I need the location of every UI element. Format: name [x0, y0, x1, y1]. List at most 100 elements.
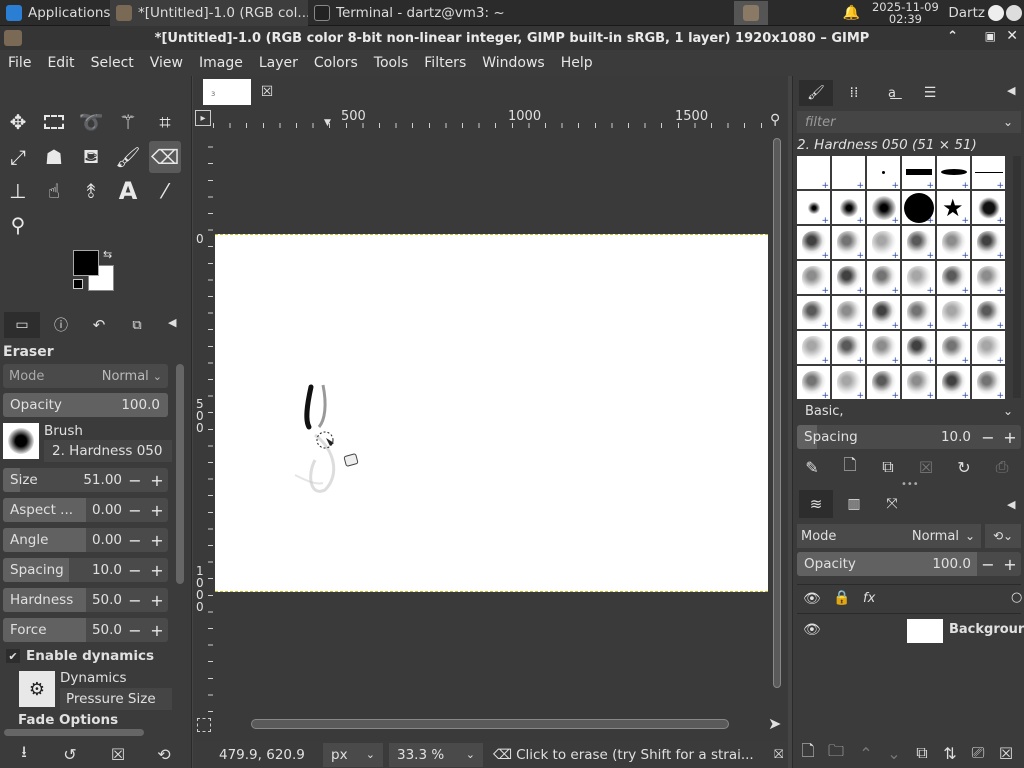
- applications-menu[interactable]: Applications ≡: [0, 0, 110, 26]
- notification-bell-icon[interactable]: 🔔: [838, 0, 864, 26]
- tab-document-history[interactable]: ☰: [915, 80, 945, 106]
- brush-cell[interactable]: +: [972, 191, 1005, 226]
- menu-layer[interactable]: Layer: [255, 55, 302, 71]
- brush-cell[interactable]: +: [972, 226, 1005, 261]
- cancel-operation-icon[interactable]: ⛝: [774, 747, 783, 762]
- aspect-slider[interactable]: Aspect ... 0.00 − +: [3, 498, 168, 522]
- brush-cell[interactable]: +: [902, 156, 935, 191]
- brush-cell[interactable]: +: [902, 191, 935, 226]
- brush-cell[interactable]: +: [937, 156, 970, 191]
- brush-cell[interactable]: +: [972, 156, 1005, 191]
- brush-preview[interactable]: [3, 423, 39, 459]
- chevron-down-icon[interactable]: ⌄: [1003, 115, 1013, 129]
- dynamics-name-field[interactable]: Pressure Size: [60, 688, 172, 710]
- size-slider[interactable]: Size 51.00 − +: [3, 468, 168, 492]
- paintbrush-tool-icon[interactable]: 🖌: [112, 141, 144, 173]
- lock-icon[interactable]: 🔒: [833, 590, 850, 606]
- brush-cell[interactable]: +: [867, 226, 900, 261]
- navigate-icon[interactable]: ⚲: [770, 112, 780, 128]
- search-layers-icon[interactable]: ○: [1011, 590, 1022, 605]
- brush-cell[interactable]: +: [832, 156, 865, 191]
- menu-edit[interactable]: Edit: [43, 55, 78, 71]
- open-brush-icon[interactable]: ⎙: [991, 456, 1013, 478]
- edit-brush-icon[interactable]: ✎: [801, 456, 823, 478]
- duplicate-brush-icon[interactable]: ⧉: [877, 456, 899, 478]
- new-layer-icon[interactable]: 🗋: [797, 741, 819, 764]
- fx-icon[interactable]: fx: [863, 591, 875, 606]
- unified-transform-tool-icon[interactable]: ⤢: [2, 141, 34, 173]
- brush-cell[interactable]: +: [902, 261, 935, 296]
- tab-brushes[interactable]: 🖌: [799, 80, 833, 106]
- vertical-ruler[interactable]: 0 500 1000: [193, 132, 213, 712]
- reset-tool-options-icon[interactable]: ⟲: [152, 742, 176, 766]
- dock-separator-handle[interactable]: •••: [901, 479, 919, 490]
- menu-view[interactable]: View: [146, 55, 187, 71]
- decrement-icon[interactable]: −: [124, 591, 146, 610]
- tool-options-scrollbar[interactable]: [176, 364, 184, 584]
- warp-tool-icon[interactable]: ☗: [38, 141, 70, 173]
- tab-patterns[interactable]: ⁞⁞: [839, 80, 869, 106]
- brush-cell[interactable]: +: [832, 226, 865, 261]
- new-layer-group-icon[interactable]: 🗀: [825, 741, 847, 764]
- decrement-icon[interactable]: −: [124, 471, 146, 490]
- brush-cell[interactable]: +: [972, 331, 1005, 366]
- brush-cell[interactable]: +: [832, 296, 865, 331]
- mode-select[interactable]: Mode Normal ⌄: [3, 364, 168, 388]
- menu-colors[interactable]: Colors: [310, 55, 362, 71]
- increment-icon[interactable]: +: [999, 428, 1021, 447]
- eye-icon[interactable]: 👁: [803, 622, 821, 638]
- brush-cell[interactable]: +: [902, 331, 935, 366]
- brush-cell[interactable]: +: [867, 331, 900, 366]
- merge-layer-icon[interactable]: ⇅: [939, 742, 961, 764]
- horizontal-scrollbar[interactable]: [251, 719, 729, 729]
- user-menu[interactable]: Dartz: [946, 0, 1024, 26]
- bucket-fill-tool-icon[interactable]: ⛾: [75, 141, 107, 173]
- save-tool-preset-icon[interactable]: ⭳: [12, 742, 36, 766]
- brush-cell[interactable]: +: [797, 191, 830, 226]
- tab-paths[interactable]: ⤧: [877, 490, 907, 518]
- decrement-icon[interactable]: −: [124, 621, 146, 640]
- brush-cell[interactable]: +: [867, 191, 900, 226]
- swap-colors-icon[interactable]: ⇆: [103, 248, 112, 261]
- decrement-icon[interactable]: −: [124, 531, 146, 550]
- dock-menu-icon[interactable]: ◀: [1007, 498, 1015, 511]
- brush-cell[interactable]: +: [867, 261, 900, 296]
- color-picker-tool-icon[interactable]: ⁄: [149, 175, 181, 207]
- brush-tag-select[interactable]: Basic, ⌄: [797, 400, 1021, 422]
- crop-tool-icon[interactable]: ⌗: [149, 106, 181, 138]
- brush-cell[interactable]: +: [937, 366, 970, 401]
- brush-cell[interactable]: +: [902, 226, 935, 261]
- image-canvas[interactable]: [215, 234, 768, 592]
- brush-grid-scrollbar[interactable]: [1013, 156, 1021, 398]
- increment-icon[interactable]: +: [146, 471, 168, 490]
- brush-cell[interactable]: +: [937, 331, 970, 366]
- brush-cell[interactable]: +: [832, 261, 865, 296]
- dock-menu-icon[interactable]: ◀: [168, 316, 176, 329]
- tab-undo-history[interactable]: ↶: [84, 312, 114, 338]
- fuzzy-select-tool-icon[interactable]: ⚚: [112, 106, 144, 138]
- brush-cell[interactable]: +: [832, 191, 865, 226]
- enable-dynamics-checkbox[interactable]: ✔ Enable dynamics: [6, 648, 154, 664]
- brush-cell[interactable]: +: [972, 296, 1005, 331]
- menu-help[interactable]: Help: [557, 55, 597, 71]
- decrement-icon[interactable]: −: [977, 555, 999, 574]
- brush-cell[interactable]: +: [972, 366, 1005, 401]
- menu-file[interactable]: File: [4, 55, 35, 71]
- opacity-slider[interactable]: Opacity 100.0: [3, 393, 168, 417]
- brush-filter-input[interactable]: filter ⌄: [797, 111, 1021, 133]
- delete-layer-icon[interactable]: ☒: [995, 742, 1017, 764]
- text-tool-icon[interactable]: A: [112, 175, 144, 207]
- brush-cell[interactable]: +: [972, 261, 1005, 296]
- increment-icon[interactable]: +: [146, 501, 168, 520]
- layer-mode-select[interactable]: Mode Normal ⌄: [797, 524, 981, 548]
- increment-icon[interactable]: +: [146, 621, 168, 640]
- menu-filters[interactable]: Filters: [420, 55, 470, 71]
- brush-cell[interactable]: +: [937, 226, 970, 261]
- delete-tool-preset-icon[interactable]: ☒: [106, 742, 130, 766]
- decrement-icon[interactable]: −: [124, 501, 146, 520]
- brush-cell[interactable]: +: [797, 261, 830, 296]
- brush-cell[interactable]: +: [797, 226, 830, 261]
- tab-fonts[interactable]: a͟: [877, 80, 907, 106]
- brush-cell[interactable]: +: [867, 156, 900, 191]
- brush-cell[interactable]: +: [797, 156, 830, 191]
